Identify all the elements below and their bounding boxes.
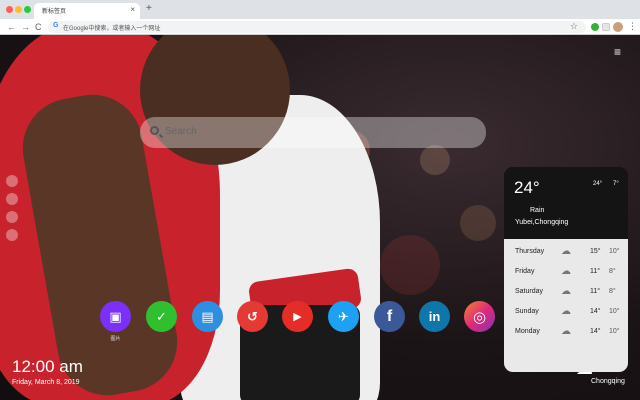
profile-avatar[interactable] [613, 22, 623, 32]
forecast-list: Thursday ☁ 15° 10° Friday ☁ 11° 8° Satur… [504, 239, 628, 372]
instagram-icon[interactable]: ◎ [464, 301, 495, 332]
forecast-high: 14° [590, 308, 601, 315]
reload-icon[interactable]: C [35, 21, 42, 33]
cloud-rain-icon: ☁ [561, 306, 571, 317]
minimize-window-button[interactable] [15, 6, 22, 13]
twitter-icon[interactable]: ✈ [328, 301, 359, 332]
browser-tab[interactable]: 新标签页 × [34, 3, 140, 19]
search-input[interactable]: Search [165, 126, 197, 137]
menu-icon[interactable]: ≡ [614, 46, 621, 58]
weather-location: Yubei,Chongqing [515, 219, 569, 226]
new-tab-button[interactable]: + [146, 3, 152, 15]
side-icon-1[interactable] [6, 175, 18, 187]
linkedin-icon[interactable]: in [419, 301, 450, 332]
omnibox[interactable]: G 在Google中搜索，或者输入一个网址 ☆ [48, 21, 586, 33]
image-editor-icon[interactable]: ▣ [100, 301, 131, 332]
back-icon[interactable]: ← [7, 21, 16, 33]
scratch-icon[interactable]: ↺ [237, 301, 268, 332]
side-toolbar [6, 175, 20, 247]
checklist-icon[interactable]: ✓ [146, 301, 177, 332]
forecast-low: 10° [609, 248, 620, 255]
forecast-row: Friday ☁ 11° 8° [504, 263, 628, 283]
forecast-row: Thursday ☁ 15° 10° [504, 243, 628, 263]
side-icon-2[interactable] [6, 193, 18, 205]
browser-tab-bar: 新标签页 × + [0, 0, 640, 19]
extension-grey-icon[interactable] [602, 23, 610, 31]
close-window-button[interactable] [6, 6, 13, 13]
youtube-icon[interactable]: ▶ [282, 301, 313, 332]
side-icon-4[interactable] [6, 229, 18, 241]
forecast-low: 8° [609, 288, 616, 295]
forecast-high: 15° [590, 248, 601, 255]
cloud-rain-icon: ☁ [561, 246, 571, 257]
browser-menu-icon[interactable]: ⋮ [628, 20, 637, 32]
address-toolbar: ← → C G 在Google中搜索，或者输入一个网址 ☆ ⋮ [0, 19, 640, 35]
extension-green-icon[interactable] [591, 23, 599, 31]
clock: 12:00 am [12, 357, 83, 376]
maximize-window-button[interactable] [24, 6, 31, 13]
forecast-row: Monday ☁ 14° 10° [504, 323, 628, 343]
facebook-icon[interactable]: f [374, 301, 405, 332]
image-editor-label: 图片 [110, 336, 121, 342]
forecast-high: 14° [590, 328, 601, 335]
weather-condition: Rain [530, 207, 545, 214]
forecast-low: 8° [609, 268, 616, 275]
weather-current: 24° 24° 7° Rain Yubei,Chongqing [504, 167, 628, 239]
forecast-day: Saturday [515, 288, 544, 295]
search-icon [150, 126, 159, 135]
forecast-high: 11° [590, 288, 601, 295]
forecast-day: Thursday [515, 248, 545, 255]
forward-icon[interactable]: → [21, 21, 30, 33]
forecast-day: Monday [515, 328, 540, 335]
current-temp: 24° [514, 178, 540, 197]
omnibox-text: 在Google中搜索，或者输入一个网址 [63, 26, 161, 32]
forecast-low: 10° [609, 328, 620, 335]
forecast-day: Sunday [515, 308, 539, 315]
google-icon: G [53, 22, 59, 29]
cloud-rain-icon: ☁ [561, 286, 571, 297]
bookmark-star-icon[interactable]: ☆ [570, 21, 578, 32]
temp-low: 7° [613, 181, 619, 187]
weather-card[interactable]: 24° 24° 7° Rain Yubei,Chongqing Thursday… [504, 167, 628, 372]
side-icon-3[interactable] [6, 211, 18, 223]
shortcut-row: ▣ 图片 ✓ ▤ ↺ ▶ ✈ f in ◎ [100, 301, 496, 342]
search-bar[interactable]: Search [140, 117, 486, 148]
notes-icon[interactable]: ▤ [192, 301, 223, 332]
forecast-row: Sunday ☁ 14° 10° [504, 303, 628, 323]
temp-high: 24° [593, 181, 603, 187]
cloud-rain-icon: ☁ [561, 326, 571, 337]
forecast-day: Friday [515, 268, 535, 275]
forecast-low: 10° [609, 308, 620, 315]
date: Friday, March 8, 2019 [12, 379, 80, 386]
tab-title: 新标签页 [42, 9, 67, 15]
forecast-high: 11° [590, 268, 601, 275]
cloud-rain-icon: ☁ [561, 266, 571, 277]
close-tab-icon[interactable]: × [130, 5, 135, 15]
mini-weather-city: Chongqing [591, 378, 625, 385]
forecast-row: Saturday ☁ 11° 8° [504, 283, 628, 303]
new-tab-page: ≡ Search ▣ 图片 ✓ ▤ ↺ ▶ ✈ f in ◎ 12:00 am … [0, 35, 640, 400]
